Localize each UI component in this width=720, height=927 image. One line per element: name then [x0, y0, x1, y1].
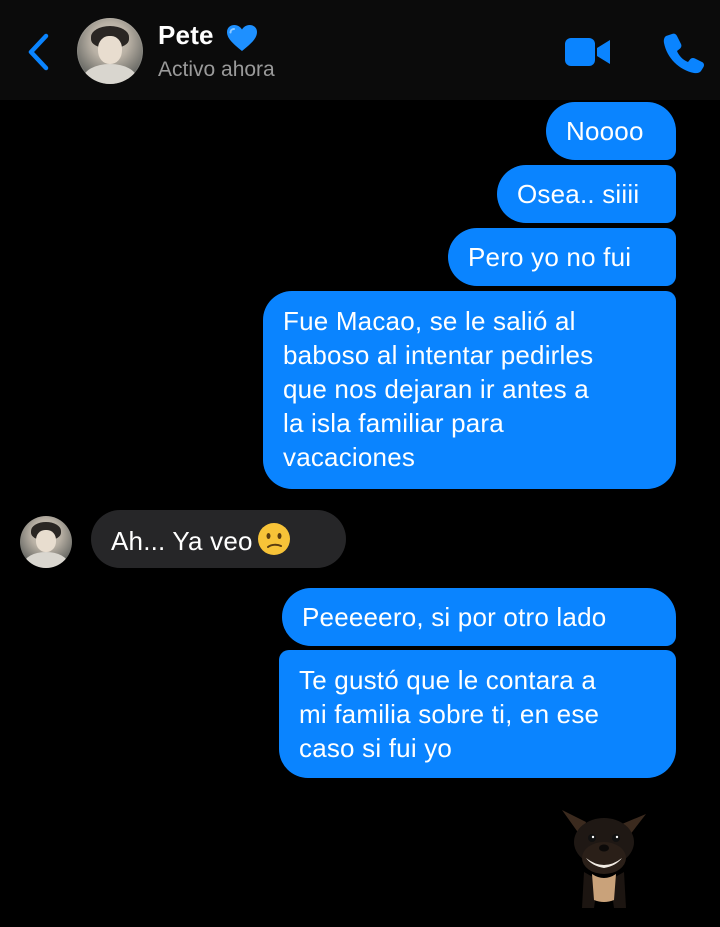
outgoing-message[interactable]: Osea.. siiii: [497, 165, 676, 223]
laughing-chihuahua-sticker[interactable]: [556, 800, 652, 912]
outgoing-message[interactable]: Te gustó que le contara a mi familia sob…: [279, 650, 676, 778]
chat-header: Pete Activo ahora: [0, 0, 720, 100]
video-camera-icon[interactable]: [564, 36, 612, 68]
outgoing-message[interactable]: Peeeeero, si por otro lado: [282, 588, 676, 646]
phone-icon[interactable]: [662, 30, 706, 74]
confused-face-icon: [257, 522, 291, 556]
outgoing-message[interactable]: Pero yo no fui: [448, 228, 676, 286]
contact-name[interactable]: Pete: [158, 20, 214, 51]
chevron-left-icon[interactable]: [22, 30, 56, 74]
contact-avatar-small[interactable]: [20, 516, 72, 568]
outgoing-message[interactable]: Fue Macao, se le salió al baboso al inte…: [263, 291, 676, 489]
contact-avatar[interactable]: [77, 18, 143, 84]
outgoing-message[interactable]: Noooo: [546, 102, 676, 160]
incoming-message-text: Ah... Ya veo: [111, 526, 253, 556]
incoming-message[interactable]: Ah... Ya veo: [91, 510, 346, 568]
blue-heart-icon: [226, 24, 258, 52]
messenger-chat-screen: Pete Activo ahora Noooo Osea.. siiii Per…: [0, 0, 720, 927]
contact-status: Activo ahora: [158, 58, 275, 81]
